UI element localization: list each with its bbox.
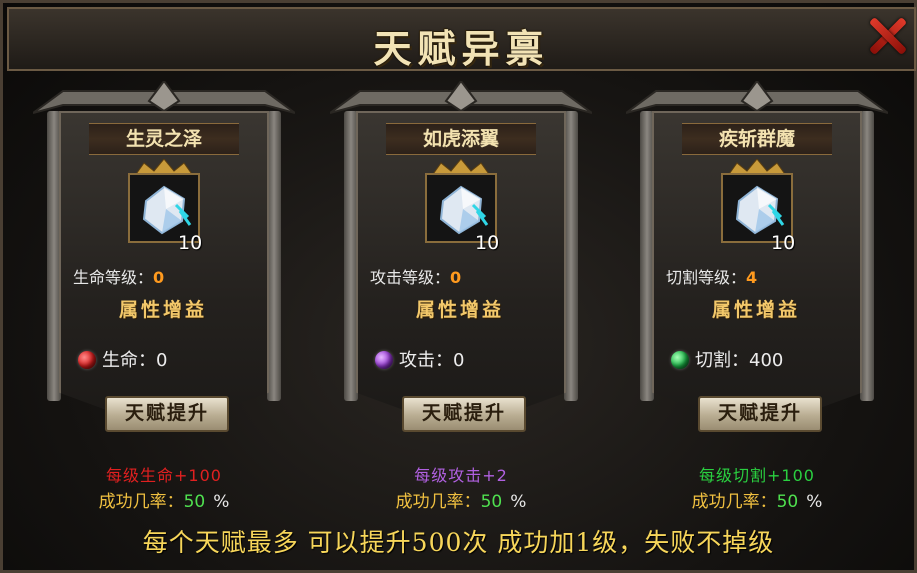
- gem-count: 10: [178, 232, 203, 254]
- success-label: 成功几率：: [98, 492, 184, 512]
- level-value: 4: [746, 268, 758, 287]
- level-label: 攻击等级：: [370, 268, 451, 287]
- stat-label: 攻击：: [399, 350, 453, 371]
- talent-window: 天赋异禀 生灵之泽 10 生命等级：0 属性增益 生命：0 天赋提升 如虎添翼 …: [0, 0, 917, 573]
- success-label: 成功几率：: [691, 492, 777, 512]
- talent-panel-3: 疾斩群魔 10 切割等级：4 属性增益 切割：400 天赋提升: [626, 81, 888, 451]
- footer-note: 每个天赋最多 可以提升500次 成功加1级，失败不掉级: [142, 528, 775, 557]
- per-level-bonus: 每级攻击+2: [414, 466, 508, 485]
- attribute-bonus-title: 属性增益: [711, 299, 800, 321]
- gem-count: 10: [475, 232, 500, 254]
- crystal-gem-icon: [439, 185, 489, 235]
- success-value: 50: [776, 492, 799, 512]
- talent-panel-1: 生灵之泽 10 生命等级：0 属性增益 生命：0 天赋提升: [33, 81, 295, 451]
- talent-panel-2: 如虎添翼 10 攻击等级：0 属性增益 攻击：0 天赋提升: [330, 81, 592, 451]
- stat-value: 0: [453, 350, 465, 371]
- percent-sign: %: [806, 492, 823, 512]
- crystal-gem-icon: [735, 185, 785, 235]
- per-level-bonus: 每级切割+100: [699, 466, 815, 485]
- pillar-left: [47, 111, 61, 401]
- success-value: 50: [183, 492, 206, 512]
- close-x-icon[interactable]: [867, 15, 909, 57]
- attribute-bonus-title: 属性增益: [118, 299, 207, 321]
- stat-value: 400: [749, 350, 784, 371]
- stat-value: 0: [156, 350, 168, 371]
- success-value: 50: [480, 492, 503, 512]
- purple-gem-icon: [375, 351, 393, 369]
- level-label: 生命等级：: [73, 268, 154, 287]
- stat-row: 攻击：0: [375, 346, 464, 372]
- level-row: 攻击等级：0: [370, 264, 461, 288]
- pillar-right: [860, 111, 874, 401]
- talent-name: 如虎添翼: [386, 123, 536, 155]
- success-rate: 成功几率：50%: [33, 487, 295, 512]
- stat-label: 切割：: [695, 350, 749, 371]
- talent-name: 生灵之泽: [89, 123, 239, 155]
- level-row: 生命等级：0: [73, 264, 164, 288]
- title-bar: 天赋异禀: [7, 7, 916, 71]
- attribute-bonus-title: 属性增益: [415, 299, 504, 321]
- percent-sign: %: [213, 492, 230, 512]
- per-level-bonus: 每级生命+100: [106, 466, 222, 485]
- pillar-left: [640, 111, 654, 401]
- level-value: 0: [450, 268, 462, 287]
- success-rate: 成功几率：50%: [330, 487, 592, 512]
- stat-row: 生命：0: [78, 346, 167, 372]
- talent-upgrade-button[interactable]: 天赋提升: [698, 396, 822, 432]
- pillar-left: [344, 111, 358, 401]
- crystal-gem-icon: [142, 185, 192, 235]
- talent-upgrade-button[interactable]: 天赋提升: [402, 396, 526, 432]
- talent-name: 疾斩群魔: [682, 123, 832, 155]
- gem-count: 10: [771, 232, 796, 254]
- stat-row: 切割：400: [671, 346, 783, 372]
- green-gem-icon: [671, 351, 689, 369]
- window-title: 天赋异禀: [373, 26, 550, 71]
- percent-sign: %: [510, 492, 527, 512]
- red-gem-icon: [78, 351, 96, 369]
- pillar-right: [267, 111, 281, 401]
- success-label: 成功几率：: [395, 492, 481, 512]
- stat-label: 生命：: [102, 350, 156, 371]
- level-row: 切割等级：4: [666, 264, 757, 288]
- level-label: 切割等级：: [666, 268, 747, 287]
- talent-upgrade-button[interactable]: 天赋提升: [105, 396, 229, 432]
- level-value: 0: [153, 268, 165, 287]
- success-rate: 成功几率：50%: [626, 487, 888, 512]
- pillar-right: [564, 111, 578, 401]
